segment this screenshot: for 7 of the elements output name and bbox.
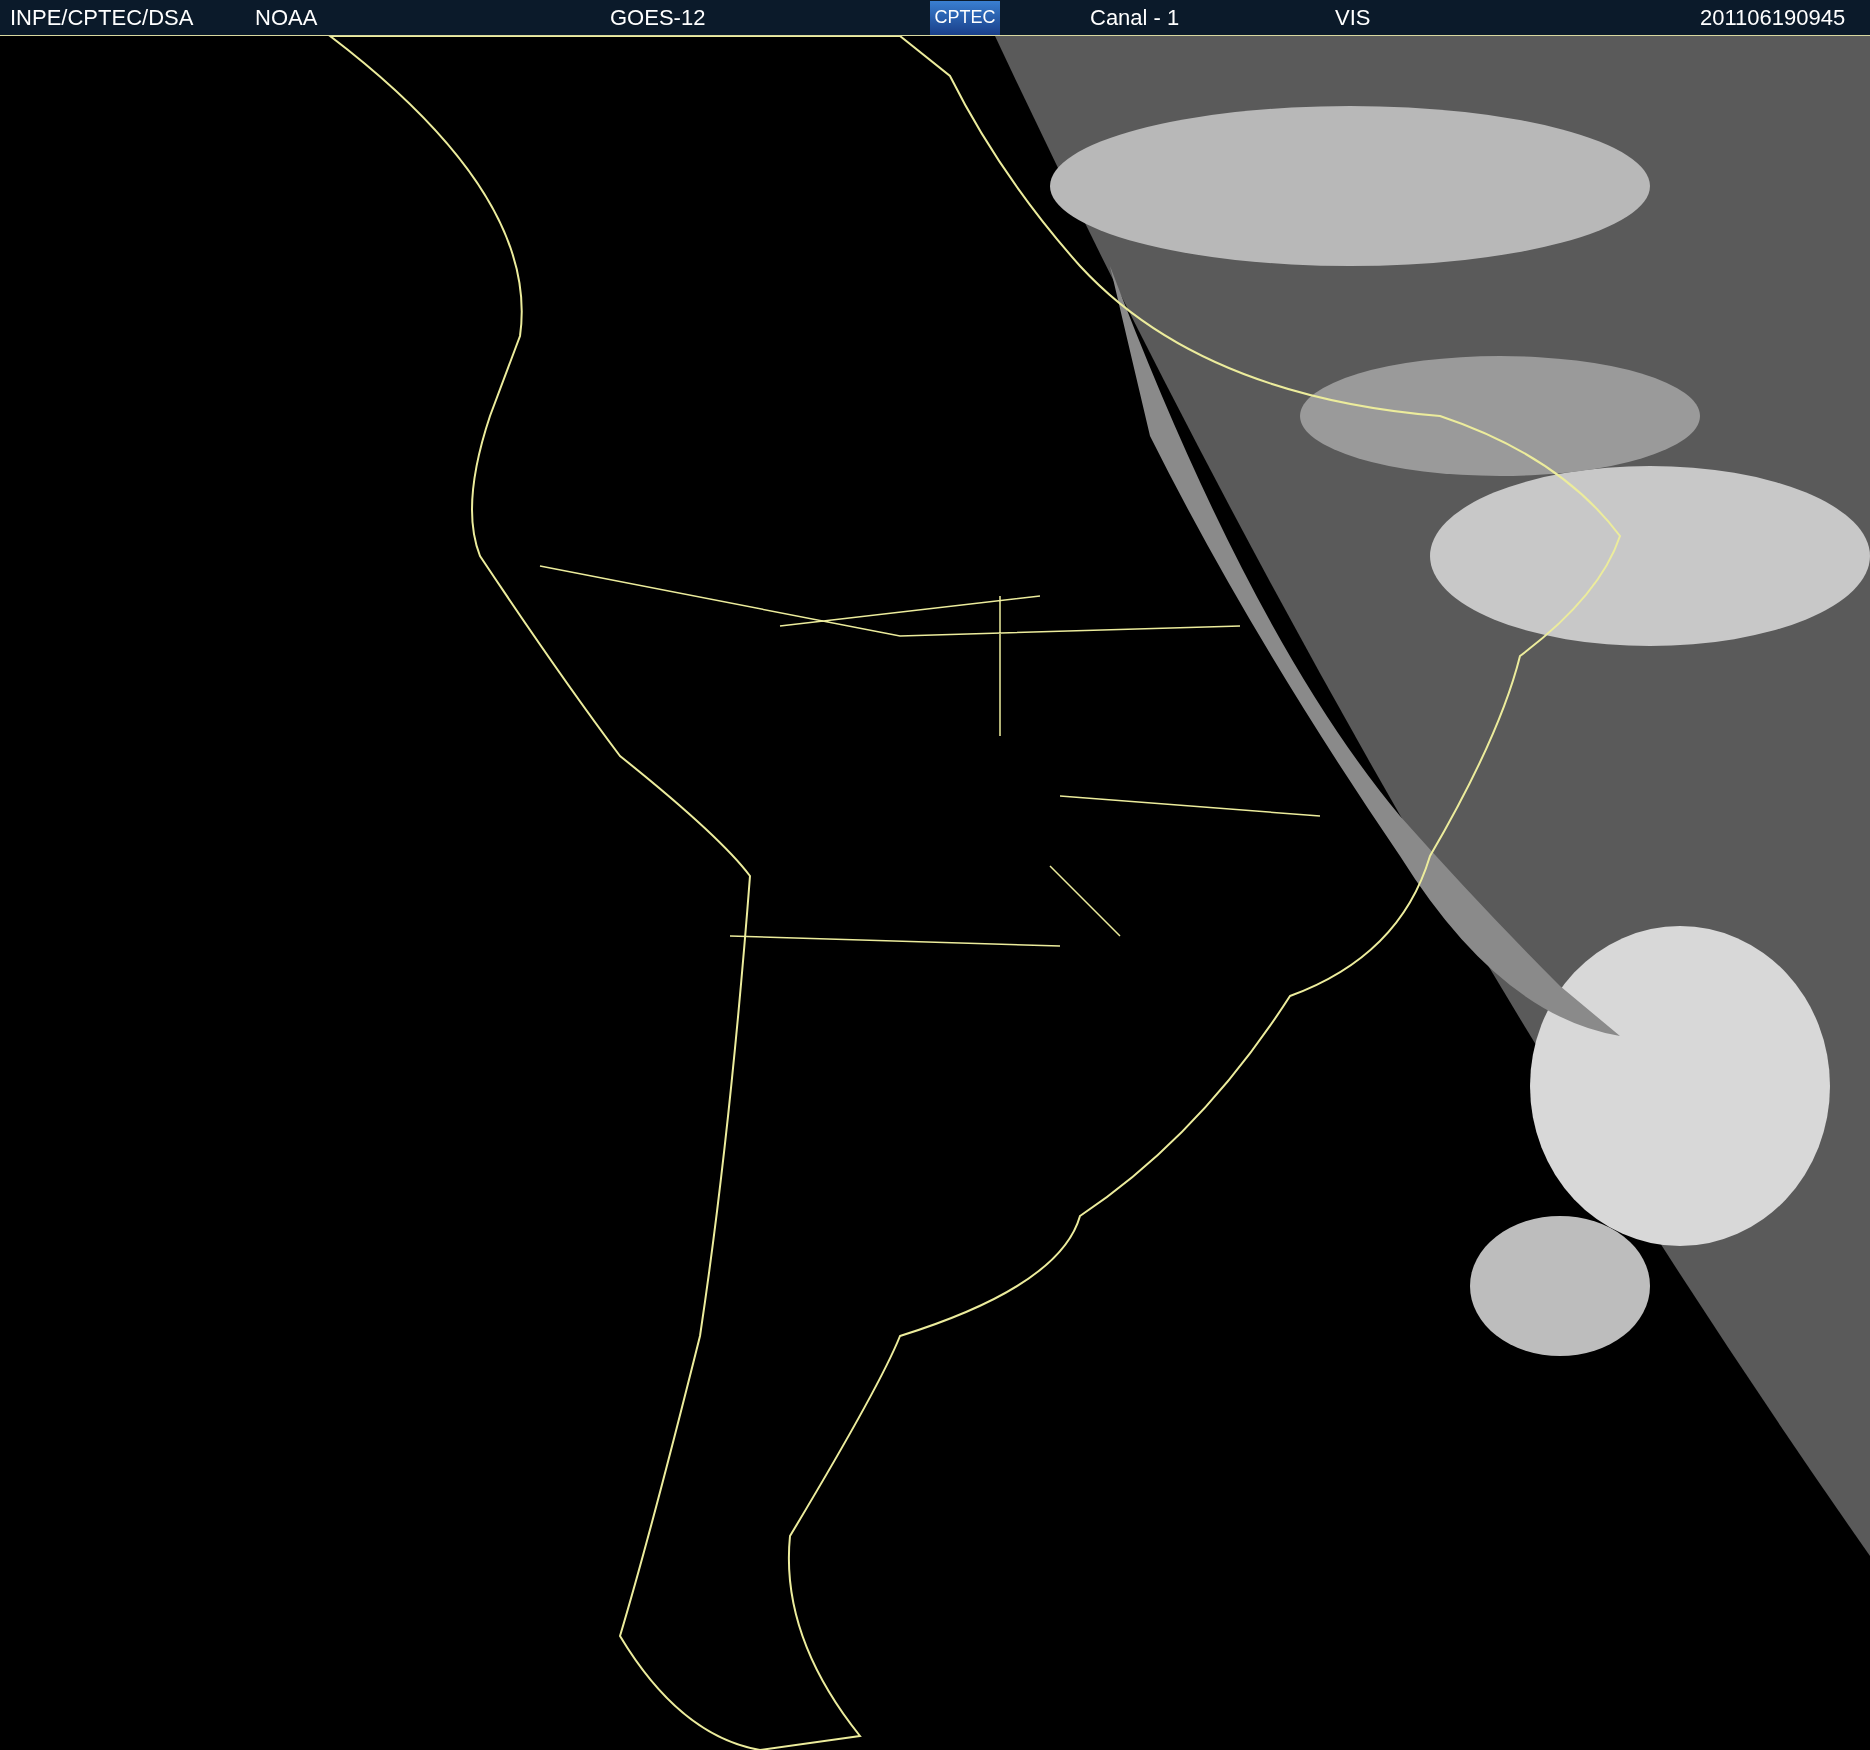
agency-label: NOAA <box>255 4 319 32</box>
band-label: VIS <box>1335 4 1372 32</box>
timestamp-label: 201106190945 <box>1700 4 1847 32</box>
channel-label: Canal - 1 <box>1090 4 1181 32</box>
logo: CPTEC <box>930 0 1000 35</box>
satellite-label: GOES-12 <box>610 4 707 32</box>
source-label: INPE/CPTEC/DSA <box>10 4 195 32</box>
